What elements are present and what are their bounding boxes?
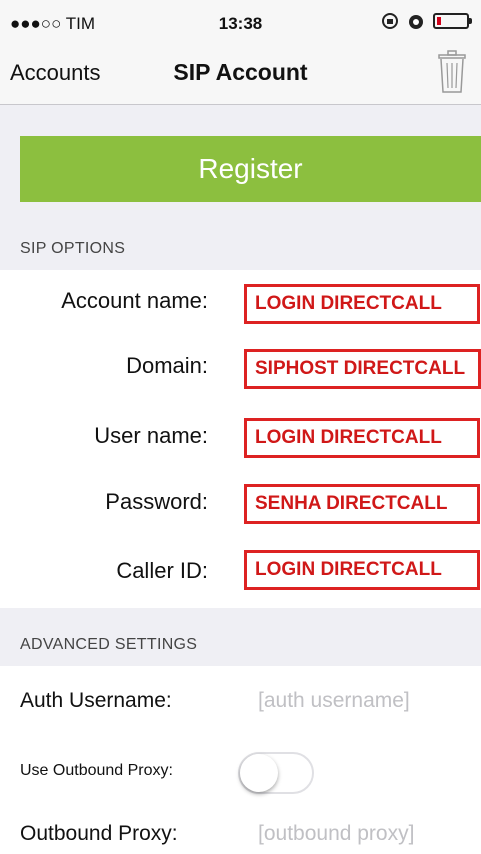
alarm-icon (409, 15, 423, 29)
outbound-proxy-label: Outbound Proxy: (20, 822, 178, 845)
domain-field[interactable]: SIPHOST DIRECTCALL (244, 349, 481, 389)
account-name-label: Account name: (61, 288, 208, 313)
orientation-lock-icon (382, 13, 398, 29)
trash-icon[interactable] (437, 50, 467, 94)
status-icons (381, 12, 472, 30)
auth-username-label: Auth Username: (20, 689, 172, 712)
advanced-settings-header: ADVANCED SETTINGS (0, 608, 481, 666)
domain-label: Domain: (126, 353, 208, 378)
user-name-field[interactable]: LOGIN DIRECTCALL (244, 418, 480, 458)
navigation-bar: Accounts SIP Account (0, 44, 481, 105)
outbound-proxy-toggle[interactable] (238, 752, 314, 794)
user-name-label: User name: (94, 423, 208, 448)
sip-options-header: SIP OPTIONS (0, 212, 481, 270)
caller-id-label: Caller ID: (116, 558, 208, 583)
outbound-proxy-input[interactable]: [outbound proxy] (258, 822, 414, 846)
password-field[interactable]: SENHA DIRECTCALL (244, 484, 480, 524)
password-label: Password: (105, 489, 208, 514)
auth-username-input[interactable]: [auth username] (258, 689, 410, 713)
caller-id-field[interactable]: LOGIN DIRECTCALL (244, 550, 480, 590)
use-outbound-proxy-label: Use Outbound Proxy: (20, 762, 173, 779)
account-name-field[interactable]: LOGIN DIRECTCALL (244, 284, 480, 324)
status-bar: ●●●○○ TIM 13:38 (0, 0, 481, 44)
battery-icon (433, 13, 472, 29)
register-button[interactable]: Register (20, 136, 481, 202)
page-title: SIP Account (173, 59, 308, 85)
section-title: ADVANCED SETTINGS (20, 636, 198, 653)
toggle-knob (240, 754, 278, 792)
section-title: SIP OPTIONS (20, 240, 126, 257)
